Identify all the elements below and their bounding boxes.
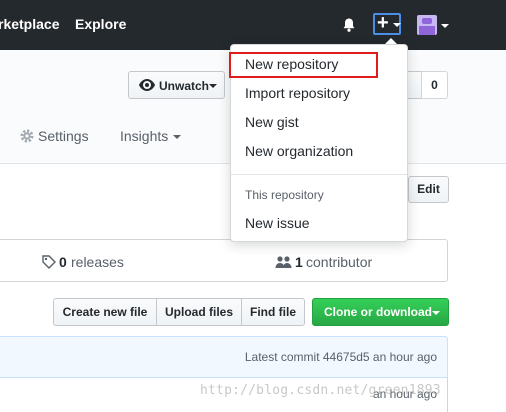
eye-icon <box>139 79 155 91</box>
edit-button[interactable]: Edit <box>408 176 449 203</box>
chevron-down-icon[interactable] <box>441 24 449 28</box>
bell-icon[interactable] <box>341 17 357 33</box>
chevron-down-icon <box>393 23 401 27</box>
plus-icon: + <box>377 12 389 34</box>
avatar[interactable] <box>417 15 437 35</box>
menu-item-import-repository[interactable]: Import repository <box>245 85 350 101</box>
repo-summary <box>0 239 448 282</box>
menu-item-new-gist[interactable]: New gist <box>245 114 299 130</box>
watermark: http://blog.csdn.net/green1893 <box>200 383 441 398</box>
tab-settings-label: Settings <box>38 128 89 144</box>
unwatch-label: Unwatch <box>159 79 210 93</box>
gear-icon <box>20 129 34 143</box>
unwatch-button[interactable]: Unwatch <box>128 71 225 99</box>
menu-divider <box>231 174 407 175</box>
menu-section-header: This repository <box>245 188 324 202</box>
contributors-count: 1 <box>295 254 303 270</box>
tab-insights-label: Insights <box>120 128 169 144</box>
dropdown-caret-inner <box>385 38 397 44</box>
menu-item-new-repository[interactable]: New repository <box>245 56 338 72</box>
nav-marketplace[interactable]: rketplace <box>0 16 59 32</box>
clone-label: Clone or download <box>324 305 432 319</box>
commit-tease: Latest commit 44675d5 an hour ago <box>0 336 448 378</box>
menu-item-new-organization[interactable]: New organization <box>245 143 353 159</box>
chevron-down-icon <box>432 311 440 315</box>
chevron-down-icon <box>173 135 181 139</box>
chevron-down-icon <box>209 84 217 88</box>
top-header: rketplace Explore + <box>0 0 506 50</box>
tag-icon <box>42 255 56 269</box>
releases-count: 0 <box>59 254 67 270</box>
fork-count[interactable]: 0 <box>421 71 448 99</box>
upload-files-button[interactable]: Upload files <box>156 298 242 326</box>
new-menu-button[interactable]: + <box>373 12 401 35</box>
tab-insights[interactable]: Insights <box>120 128 181 144</box>
menu-item-new-issue[interactable]: New issue <box>245 215 310 231</box>
nav-explore[interactable]: Explore <box>75 16 126 32</box>
contributors-label: contributor <box>306 254 373 270</box>
clone-or-download-button[interactable]: Clone or download <box>312 298 449 326</box>
page: rketplace Explore + Unwatch k 0 <box>0 0 506 412</box>
find-file-button[interactable]: Find file <box>241 298 305 326</box>
latest-commit-text[interactable]: Latest commit 44675d5 an hour ago <box>245 350 437 364</box>
create-new-file-button[interactable]: Create new file <box>53 298 157 326</box>
people-icon <box>275 256 292 268</box>
releases-label: releases <box>71 254 124 270</box>
